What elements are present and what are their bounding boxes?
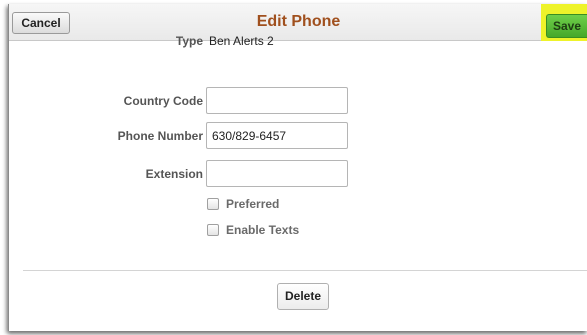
type-value: Ben Alerts 2	[209, 34, 274, 48]
extension-row: Extension	[9, 159, 587, 189]
type-label: Type	[175, 34, 203, 48]
phone-number-row: Phone Number	[9, 121, 587, 151]
delete-button[interactable]: Delete	[277, 283, 329, 310]
phone-number-input[interactable]	[206, 122, 348, 149]
extension-label: Extension	[145, 167, 203, 181]
enable-texts-row: Enable Texts	[207, 221, 299, 239]
phone-number-label: Phone Number	[117, 129, 203, 143]
country-code-label: Country Code	[123, 94, 203, 108]
divider	[23, 270, 587, 271]
preferred-checkbox[interactable]	[207, 198, 219, 210]
enable-texts-checkbox[interactable]	[207, 224, 219, 236]
country-code-input[interactable]	[206, 87, 348, 114]
preferred-row: Preferred	[207, 195, 279, 213]
country-code-row: Country Code	[9, 86, 587, 116]
preferred-label[interactable]: Preferred	[226, 197, 279, 211]
edit-phone-panel: Edit Phone Cancel Save Type Ben Alerts 2…	[8, 4, 587, 331]
extension-input[interactable]	[206, 160, 348, 187]
type-row: Type Ben Alerts 2	[9, 26, 587, 56]
enable-texts-label[interactable]: Enable Texts	[226, 223, 299, 237]
